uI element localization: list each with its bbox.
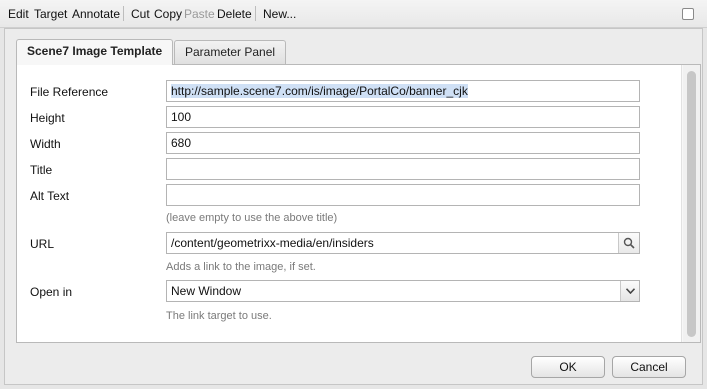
file-reference-label: File Reference [30, 85, 109, 99]
scrollbar-thumb[interactable] [687, 71, 696, 337]
width-field[interactable]: 680 [166, 132, 640, 154]
tab-parameter-panel[interactable]: Parameter Panel [174, 40, 287, 64]
open-in-hint: The link target to use. [166, 310, 272, 322]
height-field[interactable]: 100 [166, 106, 640, 128]
tab-panel: File Reference http://sample.scene7.com/… [16, 64, 701, 343]
file-reference-field[interactable]: http://sample.scene7.com/is/image/Portal… [166, 80, 640, 102]
search-icon[interactable] [618, 233, 639, 253]
alt-text-label: Alt Text [30, 189, 70, 203]
toolbar-target[interactable]: Target [34, 7, 67, 21]
url-value: /content/geometrixx-media/en/insiders [171, 236, 374, 250]
open-in-label: Open in [30, 285, 73, 299]
alt-text-hint: (leave empty to use the above title) [166, 212, 338, 224]
chevron-down-icon[interactable] [620, 281, 639, 301]
url-hint: Adds a link to the image, if set. [166, 261, 316, 273]
url-field[interactable]: /content/geometrixx-media/en/insiders [166, 232, 640, 254]
title-label: Title [30, 163, 53, 177]
toolbar-paste[interactable]: Paste [184, 7, 215, 21]
tab-scene7-image-template[interactable]: Scene7 Image Template [16, 39, 174, 65]
toolbar-cut[interactable]: Cut [131, 7, 150, 21]
url-label: URL [30, 237, 55, 251]
open-in-value: New Window [171, 284, 242, 298]
toolbar-annotate[interactable]: Annotate [72, 7, 120, 21]
toolbar-edit[interactable]: Edit [8, 7, 29, 21]
form-area: File Reference http://sample.scene7.com/… [17, 65, 682, 342]
toolbar-separator [255, 6, 256, 21]
toolbar-delete[interactable]: Delete [217, 7, 252, 21]
checkbox-icon[interactable] [682, 8, 694, 20]
width-label: Width [30, 137, 61, 151]
title-field[interactable] [166, 158, 640, 180]
toolbar-new[interactable]: New... [263, 7, 296, 21]
toolbar-separator [123, 6, 124, 21]
component-dialog: Scene7 Image Template Parameter Panel Fi… [4, 28, 703, 385]
height-label: Height [30, 111, 65, 125]
file-reference-value: http://sample.scene7.com/is/image/Portal… [171, 84, 468, 98]
alt-text-field[interactable] [166, 184, 640, 206]
editor-toolbar: Edit Target Annotate Cut Copy Paste Dele… [0, 0, 707, 28]
toolbar-copy[interactable]: Copy [154, 7, 182, 21]
cancel-button[interactable]: Cancel [612, 356, 686, 378]
open-in-select[interactable]: New Window [166, 280, 640, 302]
panel-scrollbar[interactable] [683, 65, 700, 342]
ok-button[interactable]: OK [531, 356, 605, 378]
